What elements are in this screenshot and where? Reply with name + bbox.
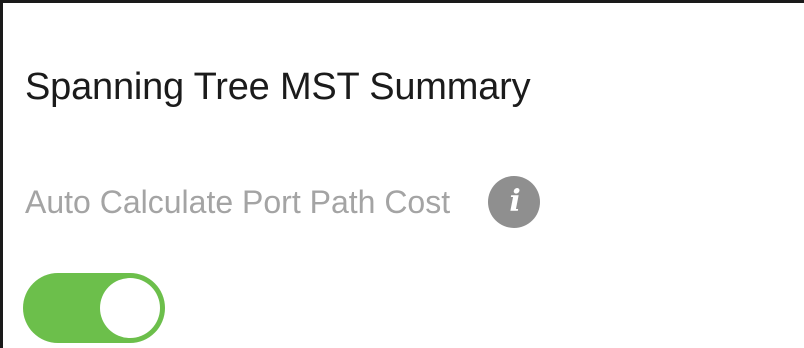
info-icon-glyph: i [509, 184, 521, 219]
mst-summary-panel: Spanning Tree MST Summary Auto Calculate… [0, 0, 804, 348]
auto-calculate-port-path-cost-row: Auto Calculate Port Path Cost i [25, 175, 541, 229]
auto-calculate-port-path-cost-label: Auto Calculate Port Path Cost [25, 184, 451, 220]
toggle-knob[interactable] [100, 278, 160, 338]
info-icon[interactable]: i [488, 176, 541, 228]
section-title: Spanning Tree MST Summary [25, 66, 531, 108]
auto-calculate-port-path-cost-toggle[interactable] [23, 273, 165, 343]
